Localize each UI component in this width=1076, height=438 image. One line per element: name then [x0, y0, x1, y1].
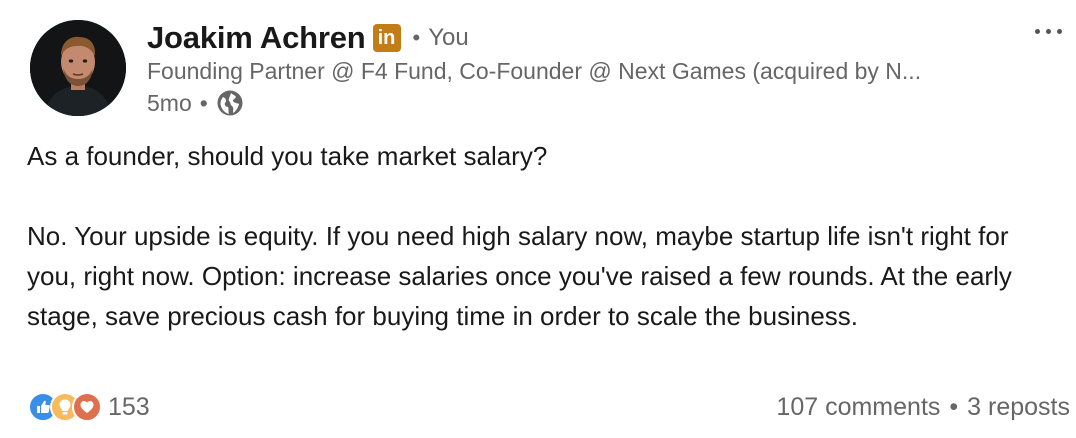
comments-count-link[interactable]: 107 comments — [776, 393, 940, 422]
more-dot — [1045, 28, 1051, 34]
post-paragraph: No. Your upside is equity. If you need h… — [27, 221, 1012, 331]
reactions-count: 153 — [108, 392, 150, 421]
relation-separator: • — [412, 25, 421, 50]
reposts-count-link[interactable]: 3 reposts — [967, 393, 1070, 422]
more-dot — [1034, 28, 1040, 34]
more-options-button[interactable] — [1028, 16, 1068, 46]
author-headline: Founding Partner @ F4 Fund, Co-Founder @… — [147, 58, 922, 84]
linkedin-post: Joakim Achren in • You Founding Partner … — [0, 0, 1076, 438]
love-icon — [72, 392, 102, 422]
post-meta: 5mo • — [147, 89, 244, 117]
author-name[interactable]: Joakim Achren — [147, 20, 366, 56]
linkedin-premium-badge: in — [372, 24, 401, 52]
post-time: 5mo — [147, 89, 192, 116]
author-row: Joakim Achren in • You — [147, 18, 469, 58]
avatar[interactable] — [30, 20, 126, 116]
more-dot — [1056, 28, 1062, 34]
post-paragraph: As a founder, should you take market sal… — [27, 141, 548, 171]
counts-separator: • — [949, 392, 959, 421]
relation-label: You — [428, 24, 469, 51]
post-text: As a founder, should you take market sal… — [27, 136, 1057, 336]
reactions-summary[interactable]: 153 — [28, 390, 150, 424]
social-counts: 107 comments • 3 reposts — [776, 390, 1070, 424]
meta-separator: • — [199, 89, 208, 116]
globe-icon — [216, 89, 244, 117]
